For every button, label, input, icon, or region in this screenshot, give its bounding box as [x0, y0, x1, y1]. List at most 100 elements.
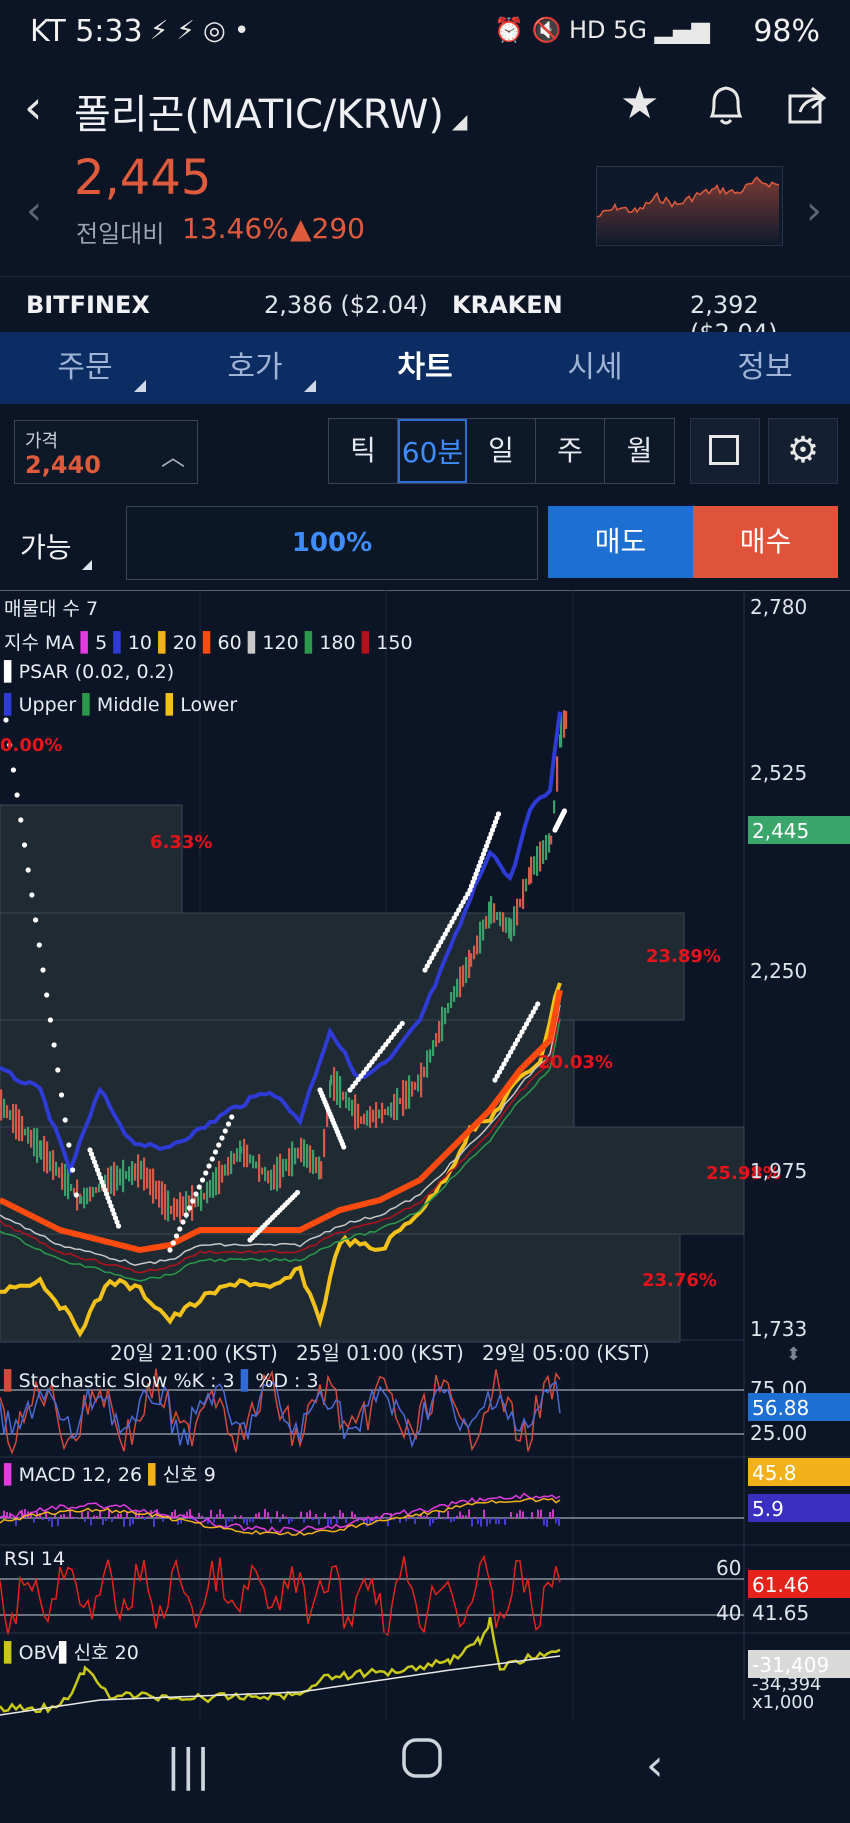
macd-histogram-bar: [465, 1515, 467, 1518]
status-carrier-time: KT 5:33: [30, 14, 143, 49]
candle: [548, 833, 551, 853]
period-month[interactable]: 월: [605, 419, 674, 483]
candle: [369, 1106, 372, 1128]
candle: [320, 1161, 323, 1179]
candle: [200, 1189, 203, 1211]
stochastic-d-swatch: ▌: [240, 1370, 256, 1392]
macd-legend-text: MACD 12, 26: [18, 1464, 143, 1486]
macd-histogram-bar: [291, 1518, 293, 1522]
macd-histogram-bar: [258, 1512, 260, 1518]
candle: [348, 1097, 351, 1111]
psar-dot: [212, 1149, 219, 1155]
psar-dot: [14, 792, 20, 798]
candle: [426, 1050, 429, 1078]
candle: [447, 1002, 450, 1014]
volume-profile-label: 23.76%: [642, 1270, 717, 1291]
candle: [80, 1196, 83, 1204]
candle: [285, 1158, 288, 1172]
candle: [176, 1199, 179, 1217]
macd-histogram-bar: [489, 1518, 491, 1524]
price-selector[interactable]: 가격 2,440 ︿: [14, 420, 198, 484]
macd-histogram-bar: [222, 1514, 224, 1518]
settings-button[interactable]: ⚙: [768, 418, 838, 484]
candle: [164, 1184, 167, 1220]
tab-market[interactable]: 시세: [510, 332, 680, 404]
dropdown-icon: [304, 380, 316, 392]
tab-order[interactable]: 주문: [0, 332, 170, 404]
candle: [330, 1074, 333, 1086]
macd-histogram-bar: [468, 1509, 470, 1518]
psar-dot: [18, 817, 24, 823]
recent-apps-icon[interactable]: |||: [166, 1740, 210, 1791]
prev-coin-icon[interactable]: ‹: [26, 188, 42, 234]
resize-handle-icon[interactable]: ⬍: [786, 1344, 801, 1365]
macd-histogram-bar: [441, 1516, 443, 1518]
psar-dot: [10, 767, 16, 773]
candle: [411, 1081, 414, 1097]
share-icon[interactable]: [786, 82, 830, 137]
candle: [270, 1169, 273, 1191]
available-selector[interactable]: 가능: [20, 526, 92, 570]
candle: [215, 1167, 218, 1196]
macd-histogram-bar: [60, 1514, 62, 1518]
candle: [137, 1154, 140, 1188]
macd-histogram-bar: [276, 1511, 278, 1518]
price-chart[interactable]: 0.00% 6.33% 23.89% 20.03% 25.98% 23.76% …: [0, 589, 850, 1720]
candle: [542, 840, 545, 864]
volume-profile-bar: [0, 1233, 681, 1343]
psar-dot: [51, 1042, 57, 1048]
candle: [402, 1080, 405, 1116]
candle: [6, 1105, 9, 1119]
macd-histogram-bar: [546, 1518, 548, 1527]
time-axis-label: 25일 01:00 (KST): [296, 1341, 464, 1365]
sell-button[interactable]: 매도: [548, 506, 693, 578]
candle: [550, 835, 553, 845]
home-icon[interactable]: [400, 1736, 444, 1791]
period-tick[interactable]: 틱: [329, 419, 398, 483]
candle: [197, 1195, 200, 1207]
macd-histogram-bar: [543, 1518, 545, 1526]
fullscreen-button[interactable]: [690, 418, 760, 484]
candle: [158, 1180, 161, 1208]
macd-histogram-bar: [57, 1518, 59, 1527]
tab-chart[interactable]: 차트: [340, 332, 510, 404]
macd-histogram-bar: [162, 1518, 164, 1522]
price-selector-value: 2,440: [25, 451, 101, 479]
macd-histogram-bar: [237, 1518, 239, 1519]
candle: [33, 1128, 36, 1157]
back-nav-icon[interactable]: ‹: [646, 1740, 664, 1791]
macd-histogram-bar: [435, 1518, 437, 1521]
tab-info[interactable]: 정보: [680, 332, 850, 404]
candle: [276, 1156, 279, 1192]
macd-histogram-bar: [417, 1516, 419, 1518]
back-icon[interactable]: ‹: [24, 80, 42, 134]
candle: [55, 1161, 58, 1176]
candle: [264, 1166, 267, 1182]
psar-dot: [29, 892, 35, 898]
tab-orderbook[interactable]: 호가: [170, 332, 340, 404]
coin-title[interactable]: 폴리곤(MATIC/KRW) ◢: [74, 82, 467, 140]
period-day[interactable]: 일: [467, 419, 536, 483]
macd-histogram-bar: [285, 1516, 287, 1518]
change-label: 전일대비: [76, 220, 165, 248]
psar-dot: [193, 1191, 199, 1197]
next-coin-icon[interactable]: ›: [806, 188, 822, 234]
candle: [291, 1141, 294, 1177]
candle: [230, 1150, 233, 1175]
bell-icon[interactable]: [704, 82, 748, 137]
percent-button[interactable]: 100%: [126, 506, 538, 580]
candle: [563, 710, 566, 738]
time-axis-label: 29일 05:00 (KST): [482, 1341, 650, 1365]
candle: [306, 1144, 309, 1168]
candle: [9, 1110, 12, 1121]
price-axis-label: 2,250: [750, 959, 807, 983]
macd-histogram-bar: [102, 1518, 104, 1525]
period-week[interactable]: 주: [536, 419, 605, 483]
candle: [438, 1021, 441, 1043]
macd-histogram-bar: [66, 1516, 68, 1518]
buy-button[interactable]: 매수: [693, 506, 838, 578]
candle: [113, 1162, 116, 1196]
macd-histogram-bar: [240, 1515, 242, 1518]
star-icon[interactable]: ★: [620, 78, 659, 129]
period-60min[interactable]: 60분: [398, 419, 467, 483]
